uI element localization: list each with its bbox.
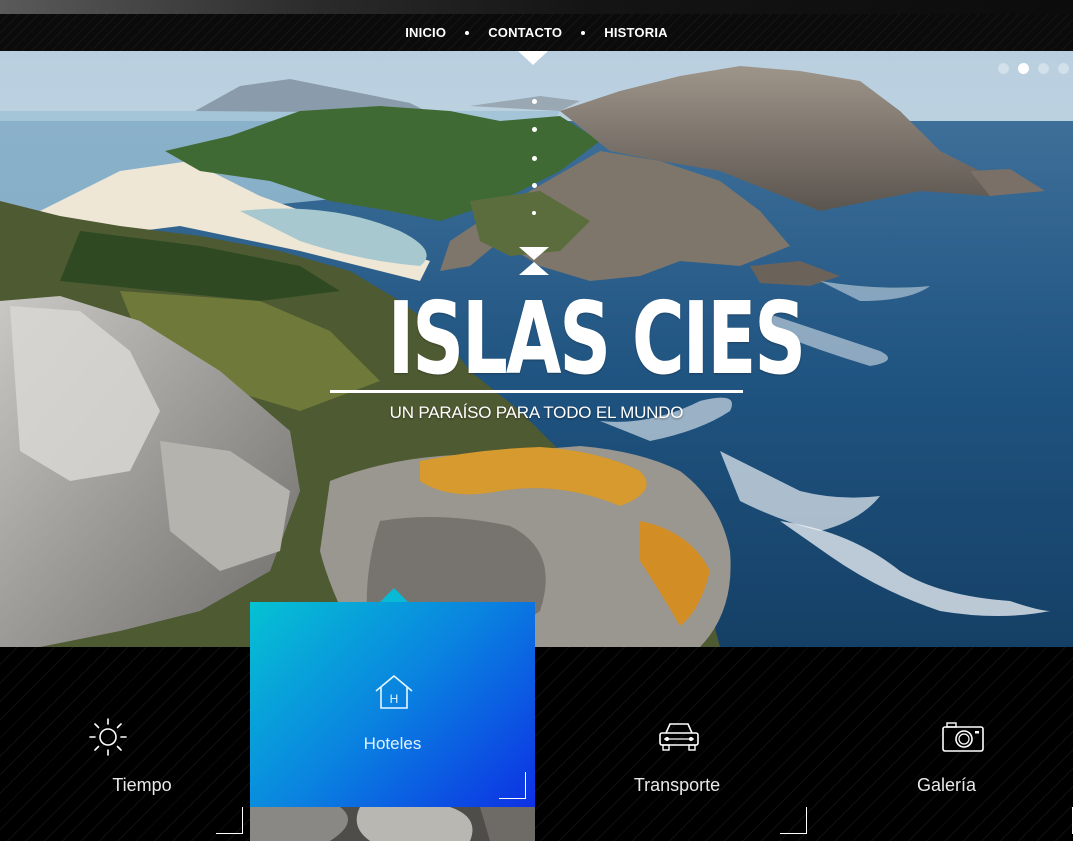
top-strip (0, 0, 1073, 14)
camera-icon (942, 722, 984, 752)
slider-dot[interactable] (998, 63, 1009, 74)
tile-label: Transporte (633, 775, 721, 795)
hourglass-icon (519, 247, 549, 275)
nav-link-inicio[interactable]: INICIO (405, 25, 446, 40)
corner-marker (499, 772, 526, 799)
tile-label: Tiempo (112, 775, 172, 795)
hotel-icon: H (375, 675, 413, 709)
tile-hoteles[interactable]: H Hoteles (250, 588, 535, 807)
scroll-indicator-dot (532, 127, 537, 132)
tile-transporte[interactable]: Transporte (535, 647, 819, 841)
scroll-indicator-dot (532, 211, 536, 215)
hero-title: ISLAS CIES (387, 280, 806, 397)
feature-tiles: Tiempo Transporte Galería (0, 647, 1073, 841)
nav-link-historia[interactable]: HISTORIA (604, 25, 667, 40)
main-navigation: INICIO CONTACTO HISTORIA (0, 14, 1073, 51)
hero-subtitle: UN PARAÍSO PARA TODO EL MUNDO (389, 403, 684, 422)
hero-banner: ISLAS CIES UN PARAÍSO PARA TODO EL MUNDO (0, 51, 1073, 647)
slider-dot[interactable] (1038, 63, 1049, 74)
nav-link-contacto[interactable]: CONTACTO (488, 25, 562, 40)
svg-text:H: H (390, 692, 399, 706)
scroll-indicator-dot (532, 99, 537, 104)
nav-separator (581, 30, 586, 35)
tile-label: Galería (916, 775, 977, 795)
corner-marker (780, 807, 807, 834)
car-icon (659, 723, 699, 751)
corner-marker (1046, 807, 1073, 834)
scroll-indicator-dot (532, 183, 537, 188)
tile-galeria[interactable]: Galería (820, 647, 1073, 841)
hero-image-continuation (250, 807, 535, 841)
nav-separator (465, 30, 470, 35)
title-divider (330, 390, 743, 393)
tile-label: Hoteles (363, 734, 422, 753)
nav-pointer (518, 51, 548, 65)
tile-tiempo[interactable]: Tiempo (0, 647, 284, 841)
corner-marker (216, 807, 243, 834)
slider-dot[interactable] (1058, 63, 1069, 74)
slider-dot-active[interactable] (1018, 63, 1029, 74)
scroll-indicator-dot (532, 156, 537, 161)
active-tile-caret (380, 588, 408, 602)
sun-icon (89, 718, 127, 756)
slider-pagination (998, 63, 1073, 74)
